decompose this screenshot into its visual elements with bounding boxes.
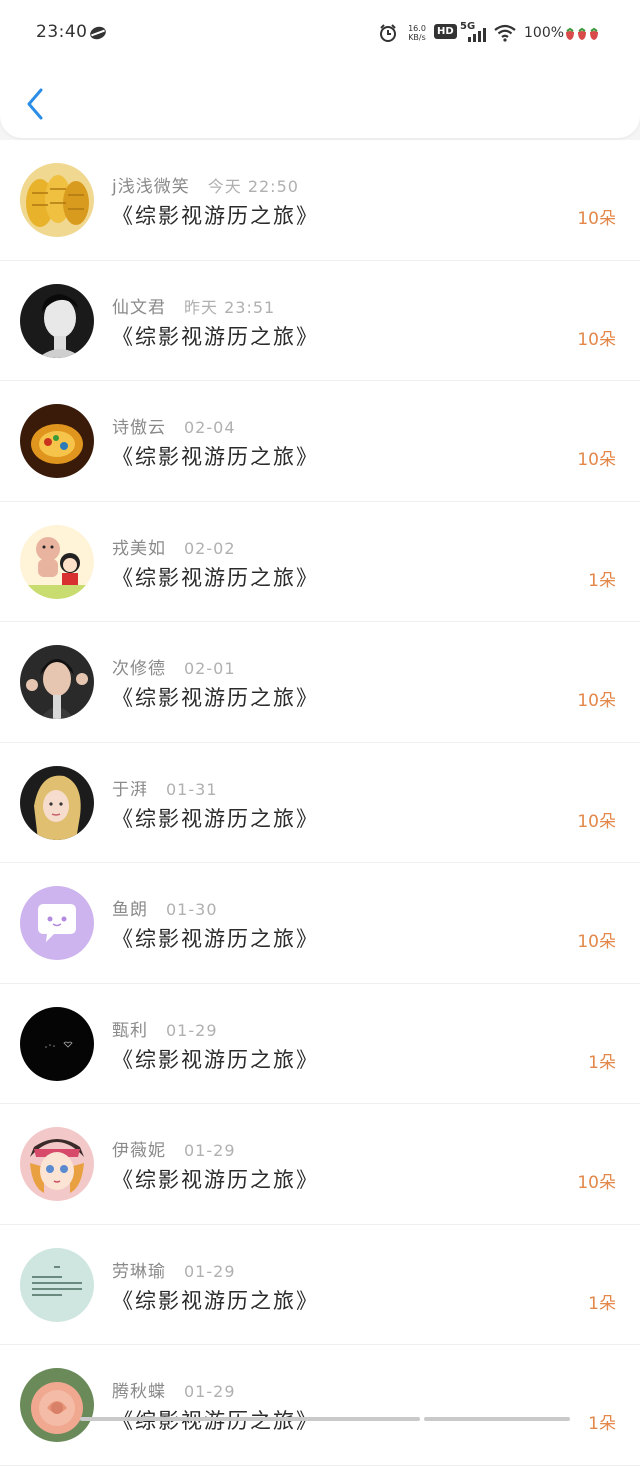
post-date: 01-29 bbox=[166, 1020, 218, 1040]
user-name: 诗傲云 bbox=[112, 418, 166, 438]
cartoon-avatar[interactable] bbox=[20, 524, 94, 599]
top-bar: 23:40 16.0 KB/s HD 5G 100% bbox=[0, 0, 640, 138]
post-date: 01-30 bbox=[166, 900, 218, 919]
net-speed-value: 16.0 bbox=[408, 24, 426, 33]
post-date: 02-01 bbox=[184, 659, 236, 678]
list-item[interactable]: 劳琳瑜 01-29 《综影视游历之旅》 1朵 bbox=[0, 1224, 640, 1345]
user-name: 仙文君 bbox=[112, 297, 166, 318]
gift-count: 10朵 bbox=[577, 932, 616, 952]
book-title: 《综影视游历之旅》 bbox=[112, 324, 319, 349]
post-date: 02-02 bbox=[184, 538, 236, 558]
lantern-avatar[interactable] bbox=[20, 404, 94, 478]
user-name: 甄利 bbox=[112, 1020, 148, 1041]
gift-count: 10朵 bbox=[577, 1173, 616, 1193]
net-speed-unit: KB/s bbox=[408, 33, 426, 42]
user-name: 伊薇妮 bbox=[112, 1141, 166, 1161]
net-speed: 16.0 KB/s bbox=[408, 24, 426, 42]
book-title: 《综影视游历之旅》 bbox=[112, 806, 319, 831]
gift-count: 10朵 bbox=[577, 450, 616, 470]
book-title: 《综影视游历之旅》 bbox=[112, 1168, 319, 1192]
post-date: 昨天 23:51 bbox=[184, 297, 276, 317]
bw-portrait-avatar[interactable] bbox=[20, 283, 94, 358]
list-item[interactable]: 于湃 01-31 《综影视游历之旅》 10朵 bbox=[0, 742, 640, 863]
list-item[interactable]: 诗傲云 02-04 《综影视游历之旅》 10朵 bbox=[0, 381, 640, 502]
scrollbar-left[interactable] bbox=[80, 1417, 420, 1421]
black-avatar[interactable] bbox=[20, 1006, 94, 1081]
girl-portrait-avatar[interactable] bbox=[20, 765, 94, 840]
list-item[interactable]: 伊薇妮 01-29 《综影视游历之旅》 10朵 bbox=[0, 1104, 640, 1225]
doll-avatar[interactable] bbox=[20, 1127, 94, 1201]
wifi-icon bbox=[494, 24, 516, 46]
text-card-avatar[interactable] bbox=[20, 1247, 94, 1322]
alarm-icon bbox=[378, 23, 398, 47]
user-name: 于湃 bbox=[112, 779, 148, 800]
gift-count: 1朵 bbox=[588, 570, 616, 591]
gift-list: j浅浅微笑 今天 22:50 《综影视游历之旅》 10朵 仙文君 昨天 23:51 … bbox=[0, 140, 640, 1466]
gift-count: 1朵 bbox=[588, 1293, 616, 1314]
boy-portrait-avatar[interactable] bbox=[20, 645, 94, 719]
book-title: 《综影视游历之旅》 bbox=[112, 204, 319, 228]
gift-count: 10朵 bbox=[577, 209, 616, 229]
book-title: 《综影视游历之旅》 bbox=[112, 445, 319, 469]
rose-avatar[interactable] bbox=[20, 1368, 94, 1442]
list-item[interactable]: j浅浅微笑 今天 22:50 《综影视游历之旅》 10朵 bbox=[0, 140, 640, 261]
list-item[interactable]: 次修德 02-01 《综影视游历之旅》 10朵 bbox=[0, 622, 640, 743]
gift-count: 10朵 bbox=[577, 811, 616, 832]
strawberry-battery-icon bbox=[564, 26, 602, 45]
user-name: 戎美如 bbox=[112, 538, 166, 559]
hd-badge: HD bbox=[434, 24, 457, 39]
pineapple-avatar[interactable] bbox=[20, 163, 94, 237]
list-item[interactable]: 甄利 01-29 《综影视游历之旅》 1朵 bbox=[0, 983, 640, 1104]
user-name: j浅浅微笑 bbox=[112, 177, 190, 197]
gift-count: 10朵 bbox=[577, 329, 616, 350]
gift-count: 10朵 bbox=[577, 691, 616, 711]
signal-icon bbox=[466, 27, 488, 47]
battery-level: 100% bbox=[524, 25, 565, 41]
status-time: 23:40 bbox=[36, 22, 88, 42]
book-title: 《综影视游历之旅》 bbox=[112, 565, 319, 590]
gift-count: 1朵 bbox=[588, 1052, 616, 1073]
vpn-icon bbox=[88, 23, 108, 47]
user-name: 次修德 bbox=[112, 659, 166, 679]
gift-count: 1朵 bbox=[588, 1414, 616, 1434]
post-date: 02-04 bbox=[184, 418, 236, 437]
list-item[interactable]: 鱼朗 01-30 《综影视游历之旅》 10朵 bbox=[0, 863, 640, 984]
list-item[interactable]: 戎美如 02-02 《综影视游历之旅》 1朵 bbox=[0, 501, 640, 622]
book-title: 《综影视游历之旅》 bbox=[112, 686, 319, 710]
post-date: 今天 22:50 bbox=[207, 177, 299, 196]
post-date: 01-31 bbox=[166, 779, 218, 799]
user-name: 鱼朗 bbox=[112, 900, 148, 920]
post-date: 01-29 bbox=[184, 1382, 236, 1401]
status-bar: 23:40 16.0 KB/s HD 5G 100% bbox=[0, 0, 640, 66]
user-name: 劳琳瑜 bbox=[112, 1261, 166, 1282]
user-name: 腾秋蝶 bbox=[112, 1382, 166, 1402]
chat-bubble-avatar[interactable] bbox=[20, 886, 94, 960]
post-date: 01-29 bbox=[184, 1261, 236, 1281]
book-title: 《综影视游历之旅》 bbox=[112, 927, 319, 951]
chevron-left-icon bbox=[27, 88, 43, 120]
back-button[interactable] bbox=[18, 82, 52, 126]
book-title: 《综影视游历之旅》 bbox=[112, 1047, 319, 1072]
book-title: 《综影视游历之旅》 bbox=[112, 1288, 319, 1313]
list-item[interactable]: 仙文君 昨天 23:51 《综影视游历之旅》 10朵 bbox=[0, 260, 640, 381]
list-item[interactable]: 腾秋蝶 01-29 《综影视游历之旅》 1朵 bbox=[0, 1345, 640, 1466]
post-date: 01-29 bbox=[184, 1141, 236, 1160]
scrollbar-right[interactable] bbox=[424, 1417, 570, 1421]
